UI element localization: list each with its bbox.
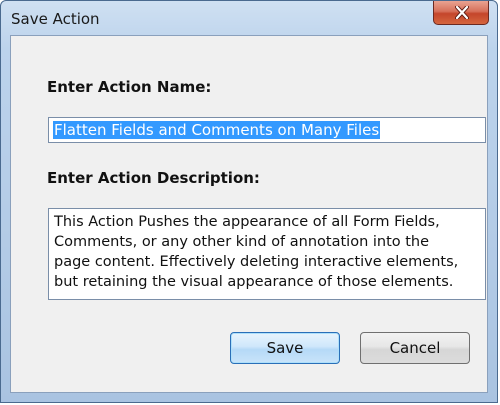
close-icon bbox=[455, 6, 469, 19]
description-line: page content. Effectively deleting inter… bbox=[54, 254, 459, 270]
dialog-body: Enter Action Name: Flatten Fields and Co… bbox=[10, 35, 488, 393]
action-name-label: Enter Action Name: bbox=[47, 78, 212, 96]
window-title: Save Action bbox=[11, 10, 100, 28]
description-line: but retaining the visual appearance of t… bbox=[54, 274, 454, 290]
cancel-button[interactable]: Cancel bbox=[360, 332, 470, 364]
description-line: This Action Pushes the appearance of all… bbox=[54, 214, 440, 230]
close-button[interactable] bbox=[433, 1, 489, 25]
save-action-dialog: Save Action Enter Action Name: Flatten F… bbox=[0, 0, 498, 403]
action-name-value: Flatten Fields and Comments on Many File… bbox=[53, 121, 381, 139]
title-bar[interactable]: Save Action bbox=[1, 1, 497, 37]
save-button[interactable]: Save bbox=[230, 332, 340, 364]
action-name-input[interactable]: Flatten Fields and Comments on Many File… bbox=[48, 117, 486, 143]
description-line: Comments, or any other kind of annotatio… bbox=[54, 234, 430, 250]
action-description-label: Enter Action Description: bbox=[47, 169, 260, 187]
action-description-textarea[interactable]: This Action Pushes the appearance of all… bbox=[48, 208, 486, 300]
